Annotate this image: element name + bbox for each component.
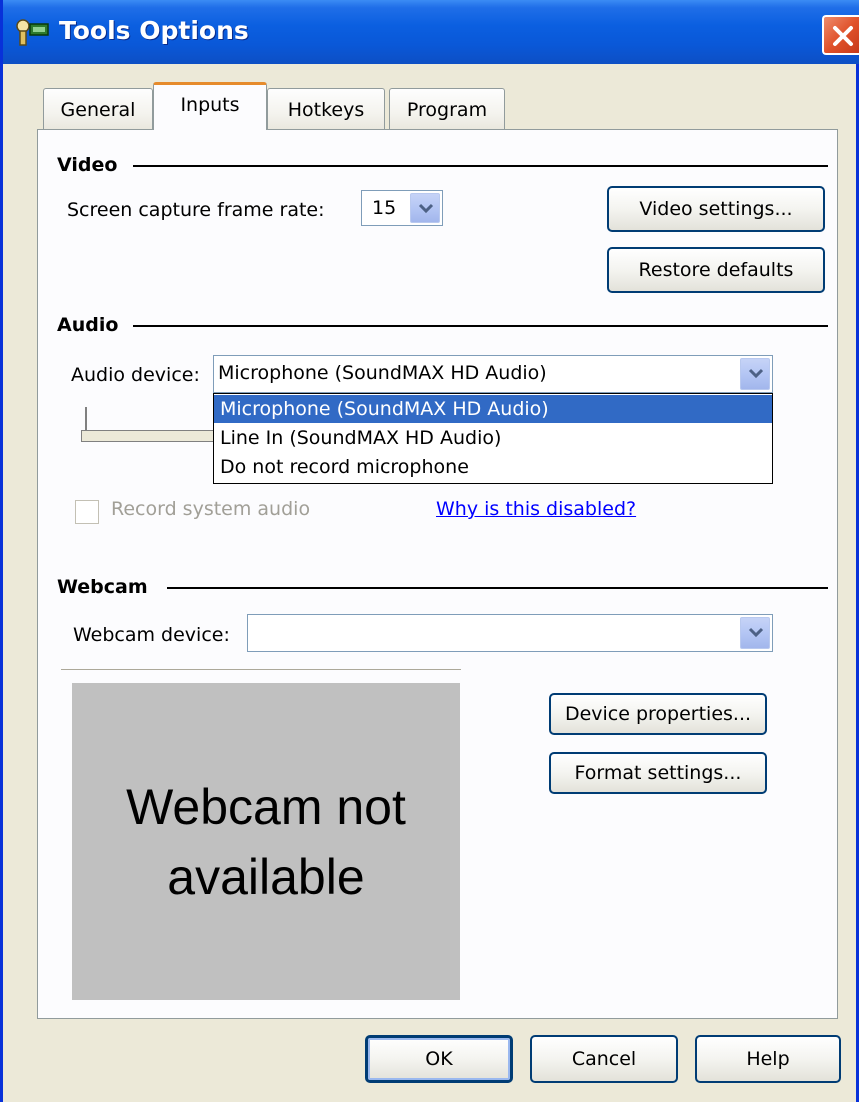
webcam-device-dropdown-button[interactable] bbox=[740, 617, 770, 649]
app-icon bbox=[15, 16, 51, 48]
tab-inputs-label: Inputs bbox=[180, 94, 240, 116]
audio-device-label: Audio device: bbox=[71, 364, 200, 386]
webcam-separator bbox=[61, 669, 461, 670]
tab-program[interactable]: Program bbox=[389, 88, 505, 130]
audio-device-select[interactable]: Microphone (SoundMAX HD Audio) bbox=[213, 355, 773, 393]
tab-hotkeys[interactable]: Hotkeys bbox=[267, 88, 385, 130]
why-disabled-link[interactable]: Why is this disabled? bbox=[436, 498, 636, 520]
frame-rate-select[interactable]: 15 bbox=[361, 190, 443, 226]
window-title: Tools Options bbox=[59, 16, 249, 45]
audio-level-meter bbox=[81, 430, 217, 442]
tab-inputs[interactable]: Inputs bbox=[153, 82, 267, 130]
audio-section-title: Audio bbox=[57, 314, 119, 336]
restore-defaults-button[interactable]: Restore defaults bbox=[607, 247, 825, 293]
dialog-window: Tools Options General Inputs Hotkeys Pro… bbox=[0, 0, 859, 1105]
video-section-title: Video bbox=[57, 154, 118, 176]
webcam-not-available-text: Webcam not available bbox=[126, 772, 406, 912]
tab-program-label: Program bbox=[406, 98, 488, 121]
close-icon bbox=[833, 26, 853, 46]
audio-device-dropdown-button[interactable] bbox=[740, 358, 770, 390]
webcam-preview: Webcam not available bbox=[72, 683, 460, 1000]
tab-general[interactable]: General bbox=[43, 88, 153, 130]
ok-button[interactable]: OK bbox=[365, 1035, 513, 1083]
cancel-button[interactable]: Cancel bbox=[530, 1035, 678, 1083]
frame-rate-label: Screen capture frame rate: bbox=[67, 199, 325, 221]
tab-general-label: General bbox=[60, 98, 136, 121]
record-system-audio-label: Record system audio bbox=[111, 498, 311, 520]
video-settings-button[interactable]: Video settings... bbox=[607, 186, 825, 232]
chevron-down-icon bbox=[418, 203, 434, 214]
device-properties-button[interactable]: Device properties... bbox=[549, 693, 767, 735]
title-bar[interactable]: Tools Options bbox=[3, 0, 859, 64]
webcam-preview-line2: available bbox=[167, 848, 365, 905]
format-settings-button[interactable]: Format settings... bbox=[549, 752, 767, 794]
close-button[interactable] bbox=[822, 15, 859, 55]
frame-rate-value: 15 bbox=[372, 197, 397, 219]
webcam-section-rule bbox=[167, 587, 828, 589]
frame-rate-dropdown-button[interactable] bbox=[410, 193, 440, 223]
webcam-device-label: Webcam device: bbox=[73, 624, 230, 646]
audio-option-microphone[interactable]: Microphone (SoundMAX HD Audio) bbox=[214, 395, 772, 423]
webcam-preview-line1: Webcam not bbox=[126, 778, 406, 835]
tab-hotkeys-label: Hotkeys bbox=[287, 98, 365, 121]
record-system-audio-checkbox[interactable] bbox=[75, 500, 99, 524]
audio-device-dropdown-list[interactable]: Microphone (SoundMAX HD Audio) Line In (… bbox=[213, 393, 773, 484]
webcam-device-select[interactable] bbox=[247, 614, 773, 652]
webcam-section-title: Webcam bbox=[57, 576, 148, 598]
help-button[interactable]: Help bbox=[695, 1035, 841, 1083]
audio-level-meter-tick bbox=[85, 407, 87, 431]
audio-device-value: Microphone (SoundMAX HD Audio) bbox=[218, 362, 547, 384]
chevron-down-icon bbox=[748, 627, 764, 638]
video-section-rule bbox=[133, 165, 828, 167]
audio-option-line-in[interactable]: Line In (SoundMAX HD Audio) bbox=[214, 424, 772, 452]
audio-section-rule bbox=[133, 325, 828, 327]
chevron-down-icon bbox=[748, 368, 764, 379]
audio-option-do-not-record[interactable]: Do not record microphone bbox=[214, 453, 772, 481]
